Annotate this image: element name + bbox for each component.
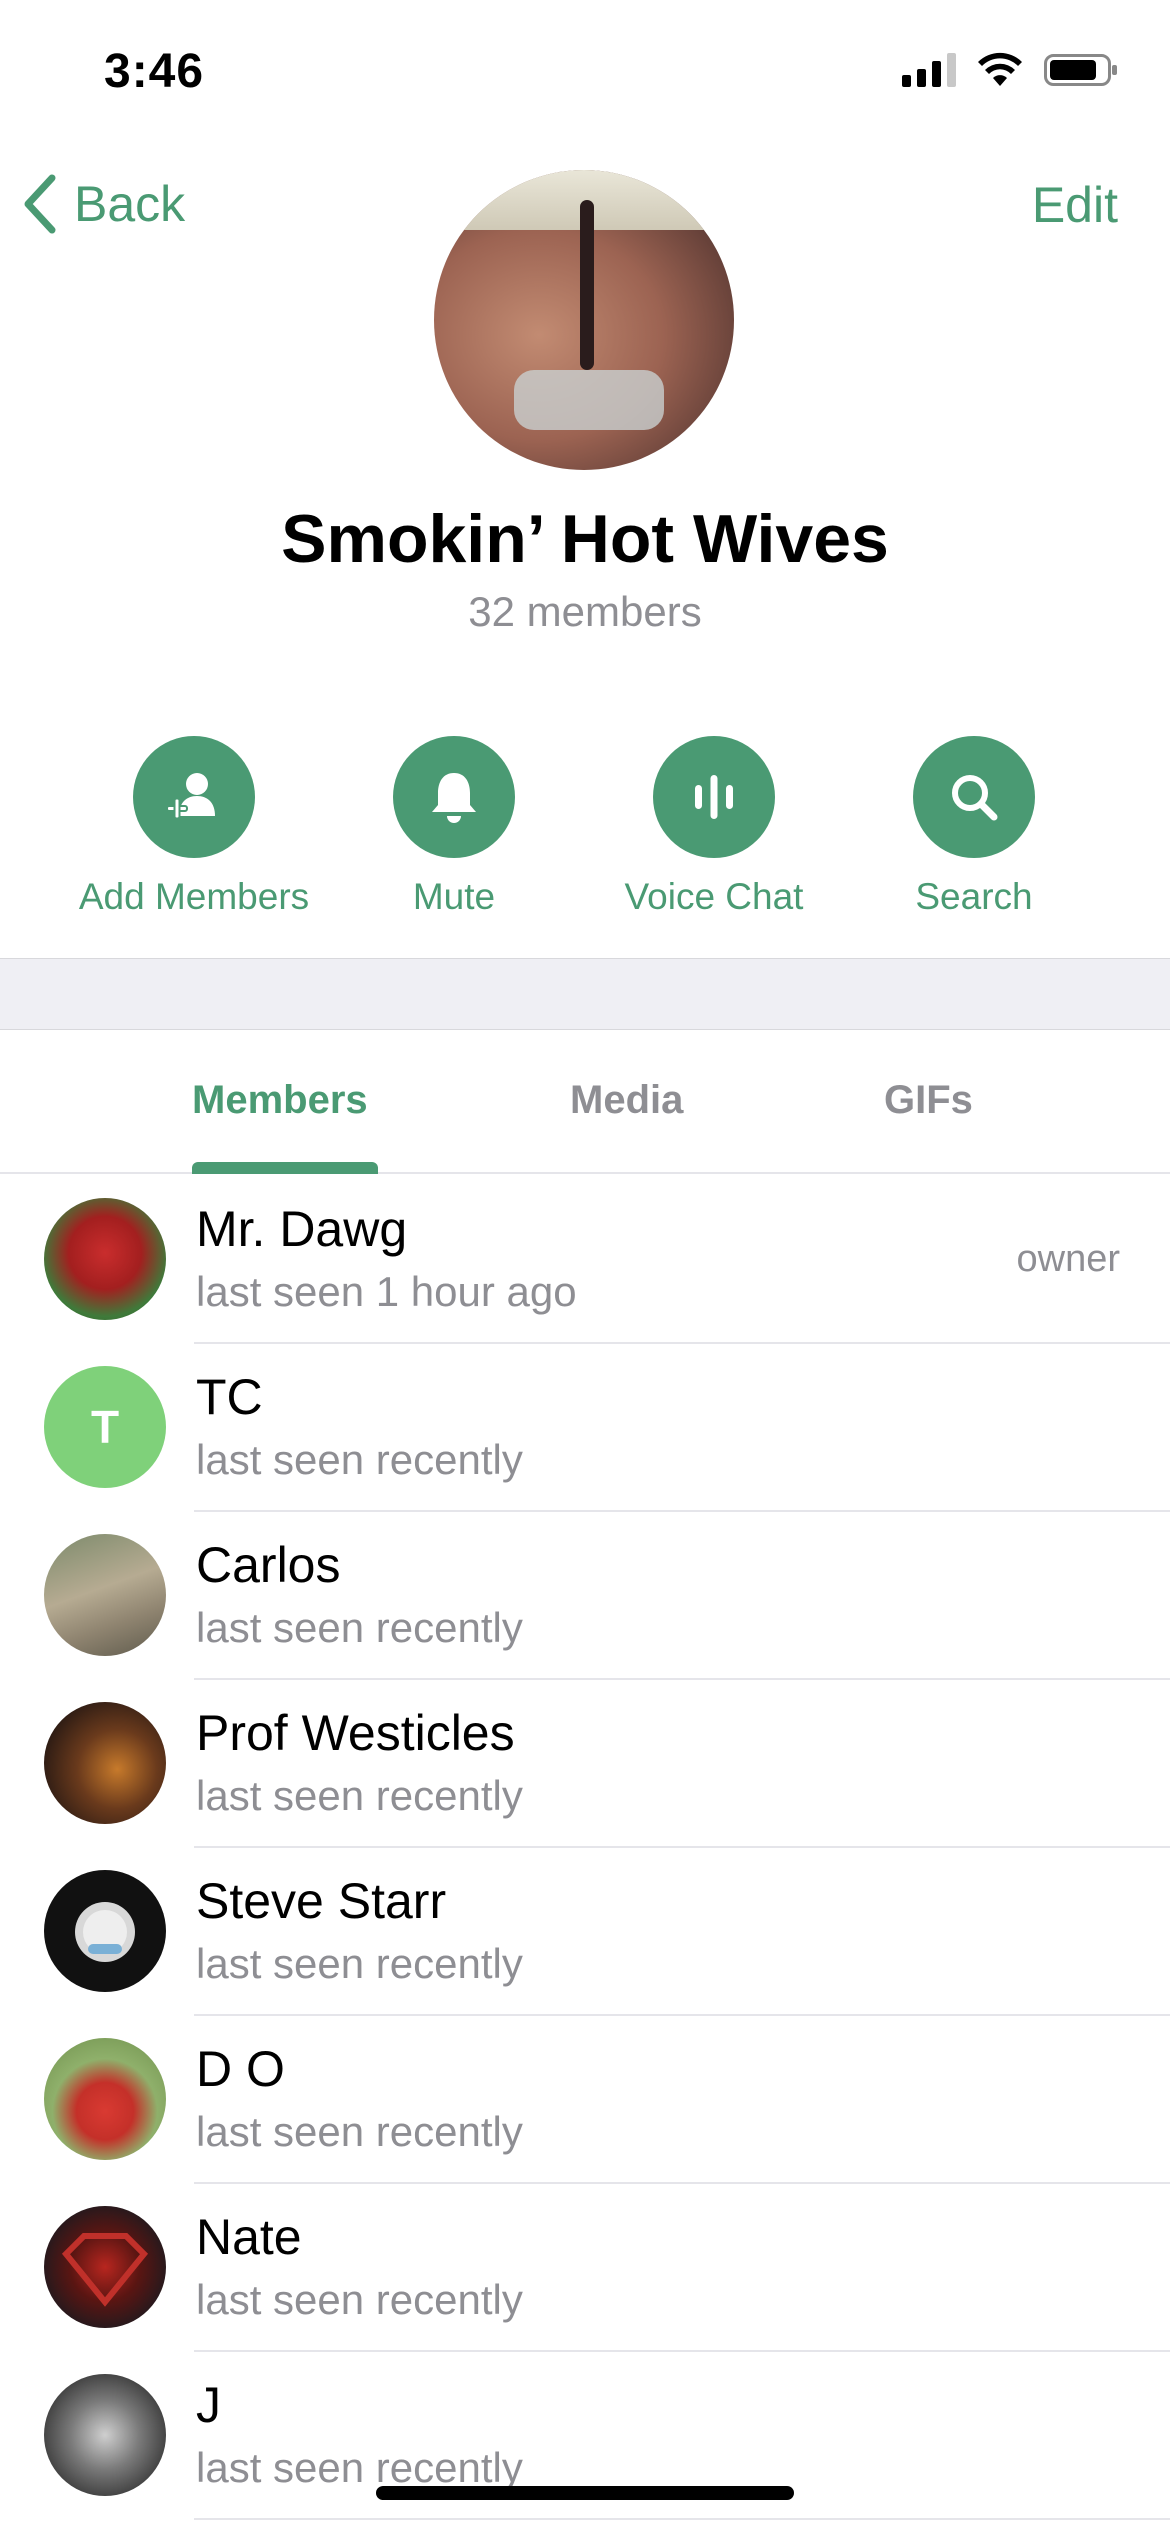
- list-item[interactable]: Mr. Dawg last seen 1 hour ago owner: [0, 1176, 1170, 1344]
- avatar: [44, 2038, 166, 2160]
- avatar: T: [44, 1366, 166, 1488]
- avatar: [44, 2374, 166, 2496]
- members-list: Mr. Dawg last seen 1 hour ago owner T TC…: [0, 1176, 1170, 2520]
- member-role: owner: [1016, 1238, 1121, 1280]
- list-item[interactable]: T TC last seen recently: [0, 1344, 1170, 1512]
- tab-media[interactable]: Media: [570, 1078, 683, 1123]
- member-name: Steve Starr: [196, 1873, 447, 1929]
- tab-bar: Members Media GIFs: [0, 1030, 1170, 1174]
- avatar: [44, 1870, 166, 1992]
- group-title: Smokin’ Hot Wives: [281, 501, 889, 577]
- member-status: last seen recently: [196, 2444, 523, 2491]
- status-icons: [902, 52, 1120, 88]
- search-button[interactable]: Search: [844, 736, 1104, 918]
- search-label: Search: [915, 876, 1033, 917]
- avatar: [44, 1198, 166, 1320]
- chevron-left-icon: [24, 174, 56, 234]
- list-item[interactable]: Nate last seen recently: [0, 2184, 1170, 2352]
- cellular-signal-icon: [902, 53, 956, 87]
- list-item[interactable]: Prof Westicles last seen recently: [0, 1680, 1170, 1848]
- member-count: 32 members: [468, 588, 702, 635]
- home-indicator: [376, 2486, 794, 2500]
- avatar: [44, 1534, 166, 1656]
- list-item[interactable]: Carlos last seen recently: [0, 1512, 1170, 1680]
- member-status: last seen recently: [196, 1940, 523, 1987]
- member-status: last seen recently: [196, 2108, 523, 2155]
- member-status: last seen recently: [196, 1604, 523, 1651]
- list-item[interactable]: D O last seen recently: [0, 2016, 1170, 2184]
- member-name: Carlos: [196, 1537, 341, 1593]
- voice-wave-icon: [653, 736, 775, 858]
- member-name: Nate: [196, 2209, 302, 2265]
- avatar: [44, 2206, 166, 2328]
- back-label: Back: [74, 176, 186, 232]
- member-name: Prof Westicles: [196, 1705, 515, 1761]
- group-avatar[interactable]: [434, 170, 734, 470]
- bell-icon: [393, 736, 515, 858]
- search-icon: [913, 736, 1035, 858]
- list-item[interactable]: Steve Starr last seen recently: [0, 1848, 1170, 2016]
- section-separator: [0, 958, 1170, 1030]
- status-time: 3:46: [104, 45, 205, 98]
- add-members-button[interactable]: Add Members: [64, 736, 324, 918]
- member-status: last seen recently: [196, 1772, 523, 1819]
- member-status: last seen recently: [196, 2276, 523, 2323]
- back-button[interactable]: Back: [20, 172, 185, 236]
- battery-icon: [1044, 54, 1117, 86]
- edit-button[interactable]: Edit: [1032, 176, 1118, 234]
- action-bar: Add Members Mute Voice Chat Search: [0, 736, 1170, 926]
- status-bar: 3:46: [0, 0, 1170, 150]
- member-status: last seen 1 hour ago: [196, 1268, 577, 1315]
- tab-members[interactable]: Members: [192, 1078, 368, 1123]
- member-name: TC: [196, 1369, 263, 1425]
- member-name: Mr. Dawg: [196, 1201, 408, 1257]
- add-members-label: Add Members: [78, 876, 310, 917]
- active-tab-indicator: [192, 1162, 378, 1174]
- add-member-icon: [133, 736, 255, 858]
- wifi-icon: [978, 52, 1022, 86]
- voice-chat-button[interactable]: Voice Chat: [584, 736, 844, 918]
- mute-button[interactable]: Mute: [324, 736, 584, 918]
- voice-chat-label: Voice Chat: [624, 876, 804, 917]
- mute-label: Mute: [412, 876, 496, 917]
- tab-gifs[interactable]: GIFs: [884, 1078, 973, 1123]
- member-name: J: [196, 2377, 221, 2433]
- avatar: [44, 1702, 166, 1824]
- member-status: last seen recently: [196, 1436, 523, 1483]
- member-name: D O: [196, 2041, 285, 2097]
